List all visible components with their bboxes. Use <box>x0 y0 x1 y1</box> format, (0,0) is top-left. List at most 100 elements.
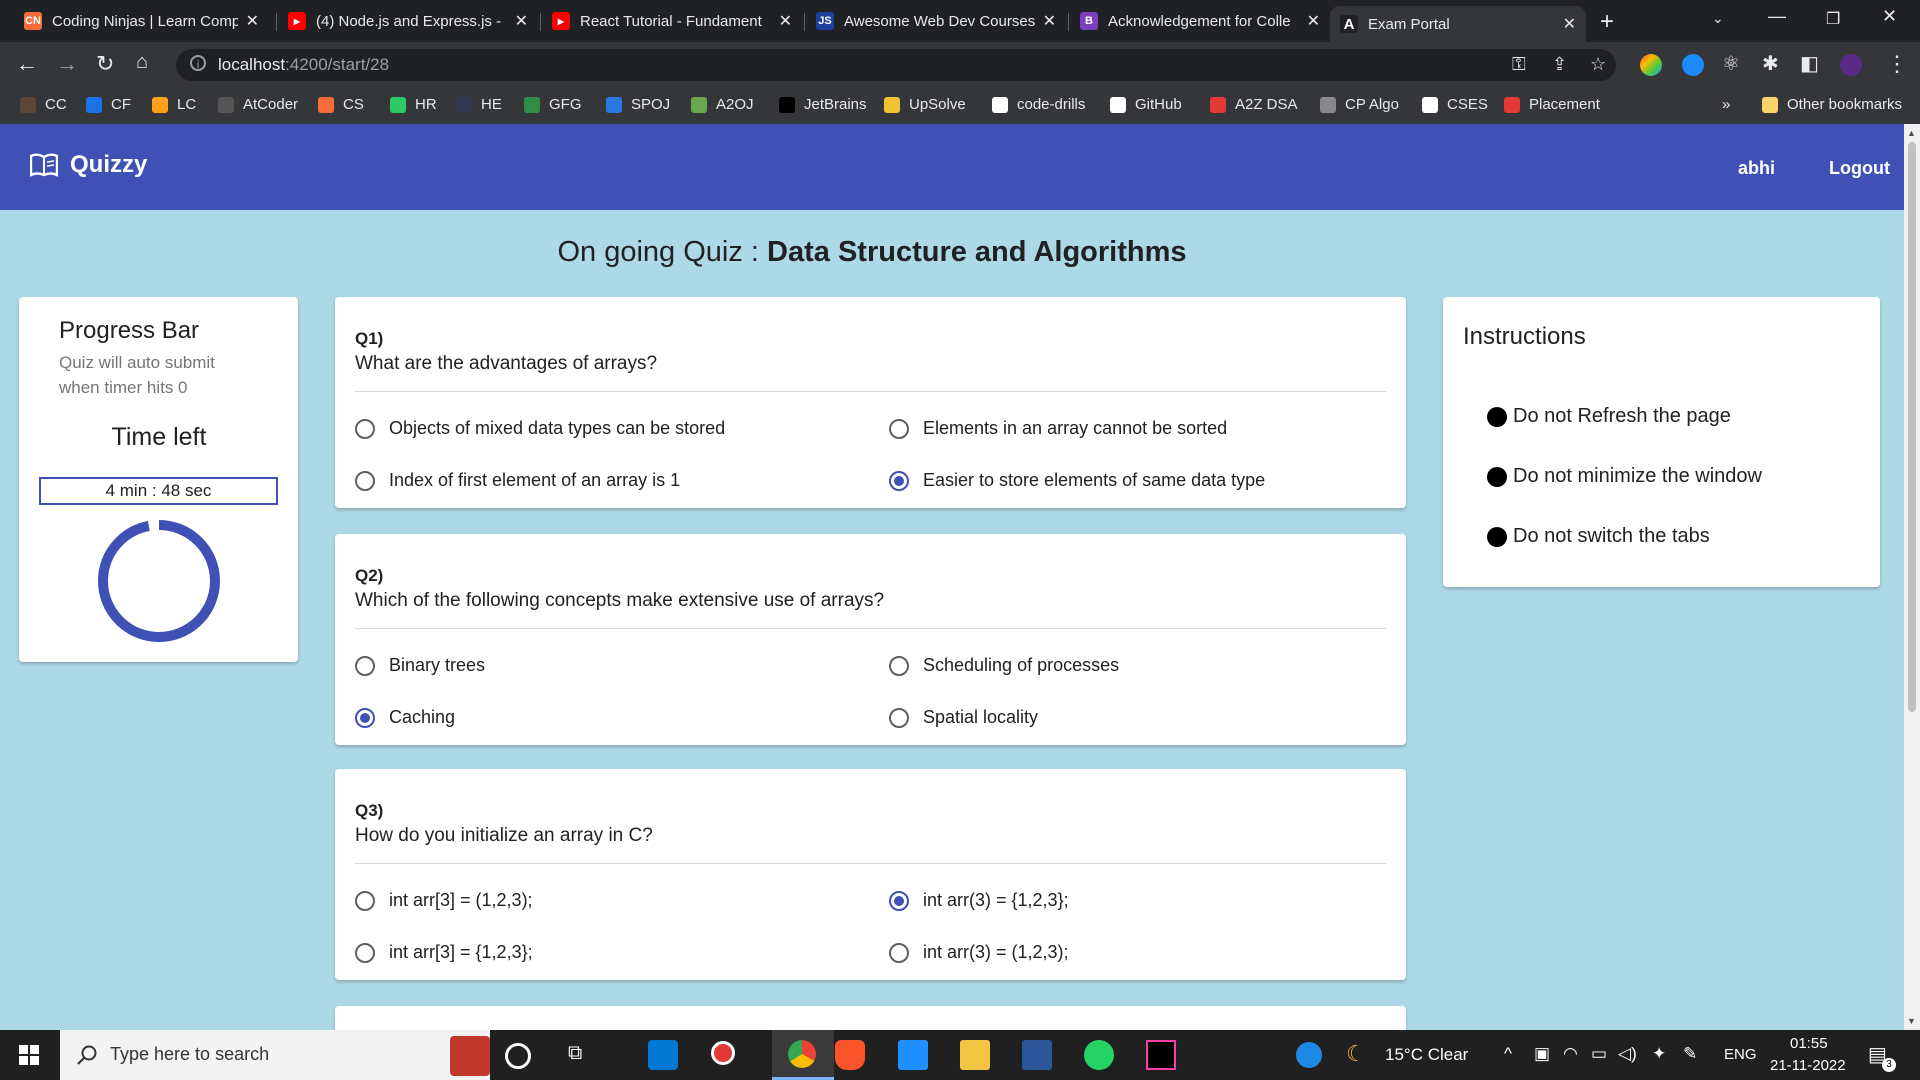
radio-icon[interactable] <box>355 418 375 439</box>
answer-option[interactable]: Caching <box>355 707 455 728</box>
radio-icon[interactable] <box>889 942 909 963</box>
back-arrow-icon[interactable]: ← <box>16 51 38 77</box>
answer-option[interactable]: Scheduling of processes <box>889 655 1119 676</box>
tray-app-icon[interactable]: ▣ <box>1534 1044 1550 1064</box>
more-bookmarks-button[interactable]: » <box>1722 96 1730 113</box>
answer-option[interactable]: Easier to store elements of same data ty… <box>889 470 1265 491</box>
close-icon[interactable]: ✕ <box>1043 11 1056 31</box>
answer-option[interactable]: int arr[3] = (1,2,3); <box>355 890 533 911</box>
reload-icon[interactable]: ↻ <box>96 51 114 77</box>
close-icon[interactable]: ✕ <box>1563 14 1576 34</box>
bookmark-lc[interactable]: LC <box>152 96 196 113</box>
bookmark-he[interactable]: HE <box>456 96 502 113</box>
bookmark-cses[interactable]: CSES <box>1422 96 1488 113</box>
bookmark-cp-algo[interactable]: CP Algo <box>1320 96 1399 113</box>
help-icon[interactable] <box>1296 1042 1322 1068</box>
scroll-up-arrow-icon[interactable]: ▲ <box>1907 128 1916 138</box>
answer-option[interactable]: int arr(3) = (1,2,3); <box>889 942 1069 963</box>
radio-selected-icon[interactable] <box>889 470 909 491</box>
side-panel-icon[interactable]: ◧ <box>1800 51 1819 76</box>
answer-option[interactable]: Objects of mixed data types can be store… <box>355 418 725 439</box>
volume-icon[interactable]: ◁) <box>1618 1044 1637 1064</box>
extension-icon[interactable] <box>1682 54 1704 76</box>
bookmark-jetbrains[interactable]: JetBrains <box>779 96 867 113</box>
forward-arrow-icon[interactable]: → <box>56 51 78 77</box>
new-tab-button[interactable]: + <box>1600 8 1614 36</box>
bookmark-hr[interactable]: HR <box>390 96 437 113</box>
language-indicator[interactable]: ENG <box>1724 1046 1757 1063</box>
tray-chevron-icon[interactable]: ^ <box>1504 1044 1512 1064</box>
pen-icon[interactable]: ✎ <box>1683 1044 1697 1064</box>
cortana-icon[interactable] <box>505 1043 531 1069</box>
answer-option[interactable]: int arr[3] = {1,2,3}; <box>355 942 533 963</box>
key-icon[interactable]: ⚿ <box>1512 54 1526 75</box>
bookmark-star-icon[interactable]: ☆ <box>1590 54 1606 75</box>
share-icon[interactable]: ⇪ <box>1552 54 1567 75</box>
task-view-icon[interactable]: ⧉ <box>568 1042 582 1065</box>
close-icon[interactable]: ✕ <box>1307 11 1320 31</box>
minimize-icon[interactable]: — <box>1768 6 1786 27</box>
answer-option[interactable]: Elements in an array cannot be sorted <box>889 418 1227 439</box>
user-menu-button[interactable]: abhi <box>1738 158 1775 179</box>
profile-avatar[interactable] <box>1840 54 1862 76</box>
bookmark-code-drills[interactable]: code-drills <box>992 96 1085 113</box>
file-explorer-icon[interactable] <box>960 1040 990 1070</box>
bookmark-a2oj[interactable]: A2OJ <box>691 96 754 113</box>
bookmark-github[interactable]: GitHub <box>1110 96 1182 113</box>
close-icon[interactable]: ✕ <box>779 11 792 31</box>
page-scrollbar[interactable]: ▲ ▼ <box>1904 124 1920 1030</box>
menu-kebab-icon[interactable]: ⋮ <box>1886 51 1908 77</box>
dropbox-icon[interactable]: ✦ <box>1652 1044 1666 1064</box>
brave-icon[interactable] <box>835 1040 865 1070</box>
radio-icon[interactable] <box>889 655 909 676</box>
windows-start-icon[interactable] <box>19 1045 39 1065</box>
radio-icon[interactable] <box>355 470 375 491</box>
bookmark-a2z-dsa[interactable]: A2Z DSA <box>1210 96 1298 113</box>
weather-text[interactable]: 15°C Clear <box>1385 1045 1468 1065</box>
home-icon[interactable]: ⌂ <box>136 51 148 74</box>
logout-button[interactable]: Logout <box>1829 158 1890 179</box>
radio-icon[interactable] <box>355 890 375 911</box>
bookmark-cs[interactable]: CS <box>318 96 364 113</box>
radio-icon[interactable] <box>889 707 909 728</box>
restore-icon[interactable]: ❐ <box>1826 9 1840 29</box>
bookmark-upsolve[interactable]: UpSolve <box>884 96 966 113</box>
radio-icon[interactable] <box>355 655 375 676</box>
store-icon[interactable] <box>898 1040 928 1070</box>
bookmark-spoj[interactable]: SPOJ <box>606 96 670 113</box>
answer-option[interactable]: Spatial locality <box>889 707 1038 728</box>
scrollbar-thumb[interactable] <box>1908 142 1916 712</box>
browser-tab[interactable]: ▶ (4) Node.js and Express.js - ✕ <box>278 4 538 38</box>
word-icon[interactable] <box>1022 1040 1052 1070</box>
answer-option[interactable]: Index of first element of an array is 1 <box>355 470 680 491</box>
taskbar-active-app[interactable] <box>772 1030 834 1080</box>
clock-time[interactable]: 01:55 <box>1790 1035 1828 1052</box>
close-icon[interactable]: ✕ <box>246 11 259 31</box>
browser-tab[interactable]: CN Coding Ninjas | Learn Comp ✕ <box>14 4 269 38</box>
vscode-icon[interactable] <box>648 1040 678 1070</box>
bookmark-gfg[interactable]: GFG <box>524 96 582 113</box>
site-info-icon[interactable]: i <box>190 55 206 71</box>
extensions-puzzle-icon[interactable]: ✱ <box>1762 51 1779 76</box>
url-text[interactable]: localhost:4200/start/28 <box>218 55 389 75</box>
record-icon[interactable] <box>711 1041 735 1065</box>
react-devtools-icon[interactable]: ⚛ <box>1722 51 1740 76</box>
window-close-icon[interactable]: ✕ <box>1882 6 1897 27</box>
answer-option[interactable]: Binary trees <box>355 655 485 676</box>
radio-icon[interactable] <box>889 418 909 439</box>
whatsapp-icon[interactable] <box>1084 1040 1114 1070</box>
intellij-icon[interactable] <box>1146 1040 1176 1070</box>
tab-search-icon[interactable]: ⌄ <box>1712 10 1724 27</box>
browser-tab[interactable]: ▶ React Tutorial - Fundament ✕ <box>542 4 802 38</box>
taskbar-search-box[interactable]: Type here to search <box>60 1030 490 1080</box>
battery-icon[interactable]: ▭ <box>1591 1044 1607 1064</box>
bookmark-cc[interactable]: CC <box>20 96 67 113</box>
clock-date[interactable]: 21-11-2022 <box>1770 1057 1846 1074</box>
bookmark-atcoder[interactable]: AtCoder <box>218 96 298 113</box>
other-bookmarks-folder[interactable]: Other bookmarks <box>1762 96 1902 113</box>
browser-tab[interactable]: JS Awesome Web Dev Courses ✕ <box>806 4 1066 38</box>
extension-icon[interactable] <box>1640 54 1662 76</box>
bookmark-cf[interactable]: CF <box>86 96 131 113</box>
browser-tab-active[interactable]: A Exam Portal ✕ <box>1330 6 1586 42</box>
browser-tab[interactable]: B Acknowledgement for Colle ✕ <box>1070 4 1330 38</box>
